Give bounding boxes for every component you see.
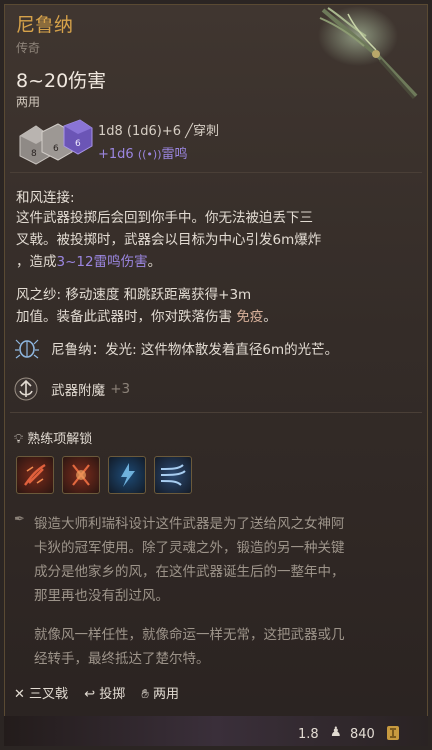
die-label-1: 8 bbox=[31, 149, 37, 159]
lightbulb-icon: 💡︎ bbox=[14, 432, 24, 447]
weapon-enchantment: 武器附魔 +3 bbox=[14, 377, 130, 401]
ability-title: 和风连接: bbox=[16, 190, 75, 206]
tag-versatile: 两用 bbox=[152, 687, 179, 702]
divider bbox=[10, 172, 422, 173]
item-rarity: 传奇 bbox=[16, 41, 41, 55]
divider bbox=[10, 412, 422, 413]
damage-type: 穿刺 bbox=[193, 124, 220, 139]
ability-line-3: ，造成3~12雷鸣伤害。 bbox=[16, 254, 162, 270]
lightning-strike-icon[interactable] bbox=[108, 456, 146, 494]
wind-veil-line-2: 加值。装备此武器时，你对跌落伤害 免疫。 bbox=[16, 309, 277, 325]
quill-icon: ✒ bbox=[14, 512, 25, 527]
mastery-title: 熟练项解锁 bbox=[27, 432, 93, 447]
weight-icon: ♟ bbox=[330, 725, 342, 740]
lore-paragraph-2: 就像风一样任性，就像命运一样无常，这把武器或几 经转手，最终抵达了楚尔特。 bbox=[34, 627, 345, 667]
mastery-header: 💡︎ 熟练项解锁 bbox=[14, 428, 92, 447]
weapon-tags: ✕ 三叉戟 ↩ 投掷 ✋︎ 两用 bbox=[14, 683, 179, 702]
enchant-anchor-icon bbox=[14, 377, 38, 401]
ability-line-1: 这件武器投掷后会回到你手中。你无法被迫丢下三 bbox=[16, 210, 313, 226]
bonus-roll: +1d6 bbox=[98, 147, 134, 162]
trident-tag-icon: ✕ bbox=[14, 687, 25, 702]
glow-beetle-icon bbox=[15, 339, 39, 359]
fall-immunity: 免疫 bbox=[236, 309, 264, 325]
handedness: 两用 bbox=[16, 95, 41, 109]
glow-text: 尼鲁纳：发光: 这件物体散发着直径6m的光芒。 bbox=[51, 342, 339, 358]
tag-trident: 三叉戟 bbox=[29, 687, 69, 702]
thunder-icon: ((•)) bbox=[137, 148, 162, 161]
wind-veil-line-1: 风之纱: 移动速度 和跳跃距离获得+3m bbox=[16, 287, 252, 303]
piercing-icon: ╱ bbox=[185, 124, 193, 139]
bonus-type: 雷鸣 bbox=[161, 147, 188, 162]
item-name: 尼鲁纳 bbox=[16, 14, 74, 36]
damage-roll: 1d8 (1d6)+6 bbox=[98, 124, 182, 139]
flame-slash-icon[interactable] bbox=[16, 456, 54, 494]
die-label-3: 6 bbox=[75, 139, 81, 149]
trident-artwork bbox=[318, 6, 418, 100]
enchant-value: +3 bbox=[110, 381, 131, 397]
lore-paragraph-1: 锻造大师利瑞科设计这件武器是为了送给风之女神阿 卡狄的冠军使用。除了灵魂之外，锻… bbox=[34, 516, 345, 604]
wind-gust-icon[interactable] bbox=[154, 456, 192, 494]
ability-line-2: 叉戟。被投掷时，武器会以目标为中心引发6m爆炸 bbox=[16, 232, 322, 248]
enchant-label: 武器附魔 bbox=[51, 383, 106, 399]
hand-tag-icon: ✋︎ bbox=[141, 687, 149, 702]
price-value: 840 bbox=[350, 727, 375, 742]
throw-tag-icon: ↩ bbox=[84, 687, 96, 702]
damage-formula: 1d8 (1d6)+6 ╱穿刺 bbox=[98, 120, 219, 139]
wind-veil-description: 风之纱: 移动速度 和跳跃距离获得+3m 加值。装备此武器时，你对跌落伤害 免疫… bbox=[16, 284, 410, 328]
die-label-2: 6 bbox=[53, 144, 59, 154]
damage-range: 8~20伤害 bbox=[16, 70, 107, 92]
tag-throw: 投掷 bbox=[99, 687, 126, 702]
glow-row: 尼鲁纳：发光: 这件物体散发着直径6m的光芒。 bbox=[14, 336, 338, 360]
thunder-damage-range: 3~12雷鸣伤害 bbox=[56, 254, 148, 270]
gold-coin-icon bbox=[384, 723, 402, 747]
ability-description: 这件武器投掷后会回到你手中。你无法被迫丢下三 叉戟。被投掷时，武器会以目标为中心… bbox=[16, 207, 410, 273]
weight-value: 1.8 bbox=[298, 727, 319, 742]
flame-strike-icon[interactable] bbox=[62, 456, 100, 494]
bonus-damage: +1d6 ((•))雷鸣 bbox=[98, 143, 188, 162]
damage-dice-icon: 8 6 6 bbox=[19, 119, 93, 165]
